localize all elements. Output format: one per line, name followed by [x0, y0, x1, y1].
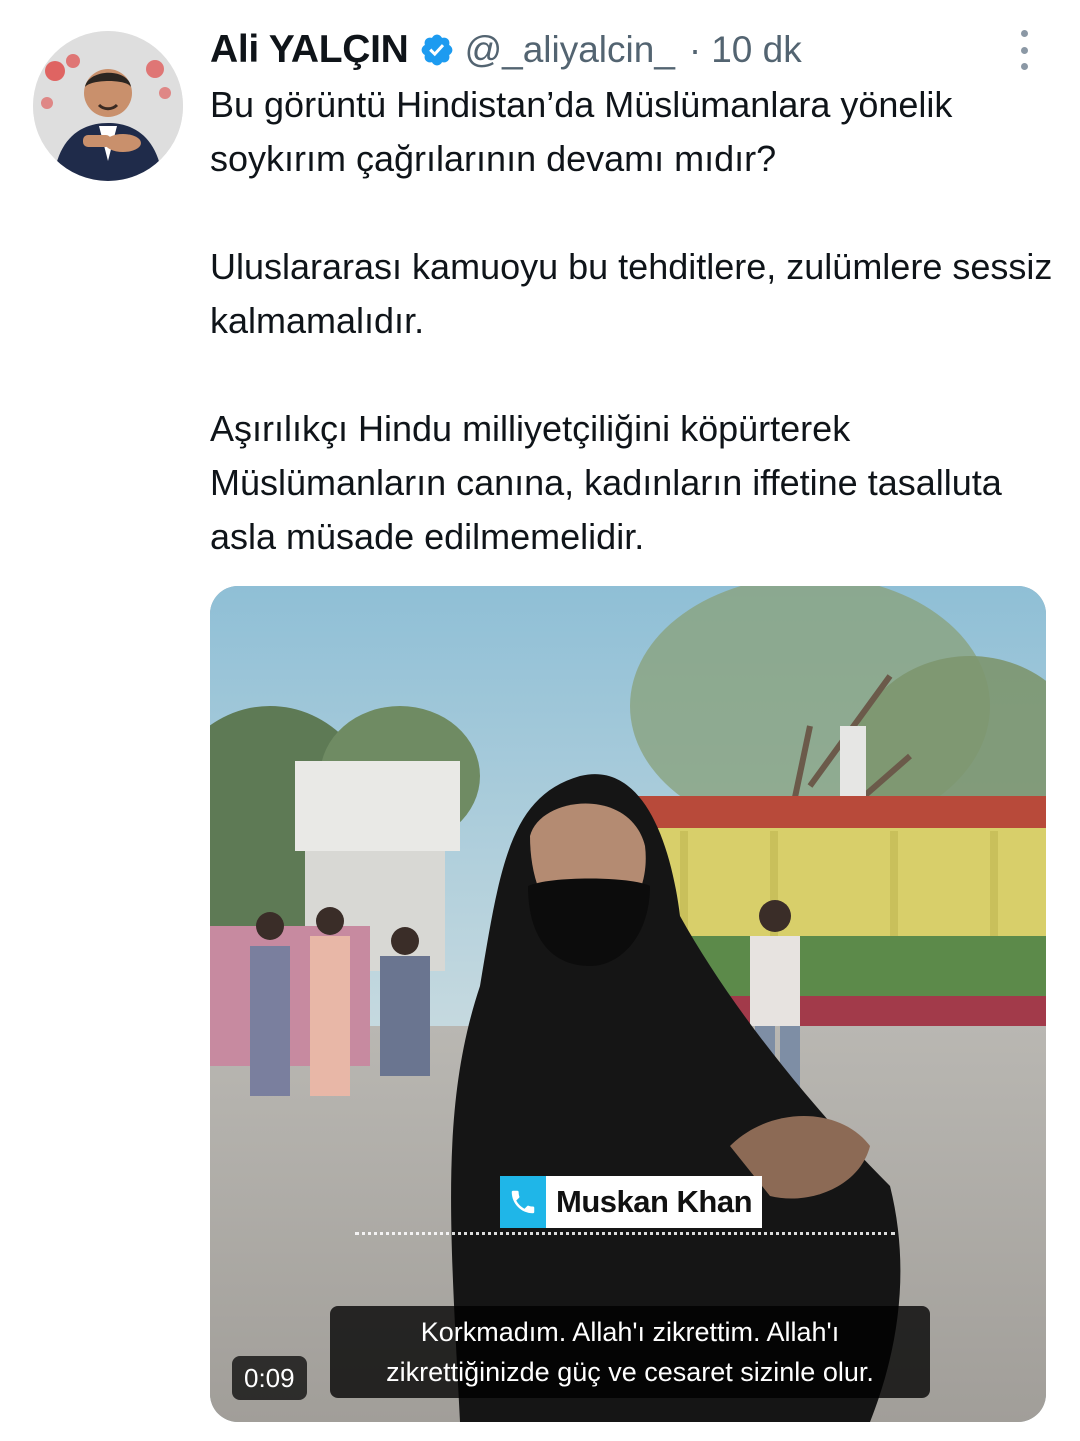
video-frame — [210, 586, 1046, 1422]
tweet-header: Ali YALÇIN @_aliyalcin_ · 10 dk — [210, 22, 1010, 78]
author-handle[interactable]: @_aliyalcin_ — [465, 29, 675, 71]
subtitle-line: Korkmadım. Allah'ı zikrettim. Allah'ı — [420, 1317, 840, 1347]
avatar[interactable] — [33, 31, 183, 181]
tweet-paragraph: Uluslararası kamuoyu bu tehditlere, zulü… — [210, 246, 1053, 341]
video-player[interactable]: Muskan Khan Korkmadım. Allah'ı zikrettim… — [210, 586, 1046, 1422]
phone-icon — [500, 1176, 546, 1228]
name-tag-label: Muskan Khan — [546, 1176, 763, 1228]
tweet-text: Bu görüntü Hindistan’da Müslümanlara yön… — [210, 78, 1060, 564]
author-name[interactable]: Ali YALÇIN — [210, 28, 409, 72]
tweet-paragraph: Aşırılıkçı Hindu milliyetçiliğini köpürt… — [210, 408, 1002, 557]
video-duration: 0:09 — [232, 1356, 307, 1400]
name-tag: Muskan Khan — [500, 1176, 763, 1228]
name-tag-divider — [355, 1232, 895, 1235]
verified-badge-icon — [421, 34, 452, 66]
tweet-paragraph: Bu görüntü Hindistan’da Müslümanlara yön… — [210, 84, 953, 179]
timestamp[interactable]: 10 dk — [711, 29, 802, 71]
subtitle-line: zikrettiğinizde güç ve cesaret sizinle o… — [386, 1357, 874, 1387]
avatar-photo — [33, 31, 183, 181]
separator-dot: · — [688, 29, 702, 70]
video-subtitle: Korkmadım. Allah'ı zikrettim. Allah'ı zi… — [330, 1306, 930, 1398]
more-options-icon[interactable] — [1014, 30, 1034, 70]
